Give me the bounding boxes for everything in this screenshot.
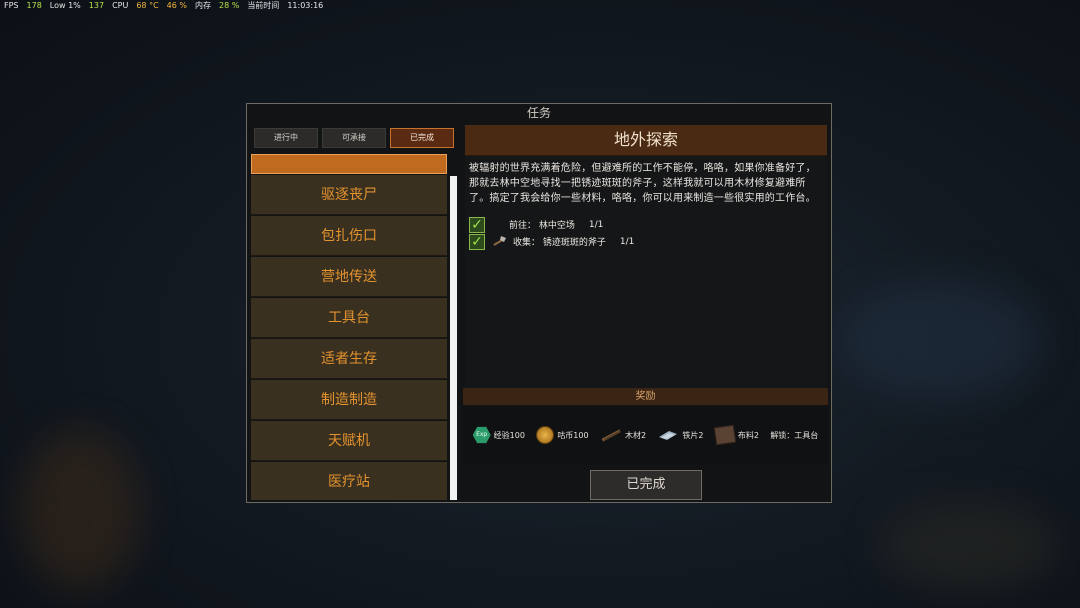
axe-icon — [491, 235, 507, 249]
quest-description: 被辐射的世界充满着危险，但避难所的工作不能停，咯咯，如果你准备好了，那就去林中空… — [469, 163, 816, 204]
cloth-icon — [713, 424, 737, 446]
quest-detail-panel: 地外探索 被辐射的世界充满着危险，但避难所的工作不能停，咯咯，如果你准备好了，那… — [465, 125, 827, 399]
objective-row: ✓ 前往： 林中空场 1/1 — [469, 216, 827, 233]
objective-count: 1/1 — [588, 219, 604, 230]
quest-list-item[interactable]: 医疗站 — [251, 462, 447, 500]
background-scene — [840, 280, 1040, 400]
iron-icon — [657, 428, 679, 442]
background-scene — [880, 500, 1060, 590]
reward-label: 铁片2 — [682, 430, 704, 440]
quest-list-scrollbar[interactable] — [450, 176, 457, 500]
low-label: Low 1% — [49, 1, 81, 10]
low-value: 137 — [88, 1, 105, 10]
tab-in-progress[interactable]: 进行中 — [254, 128, 318, 148]
reward-item: 木材2 — [600, 427, 646, 443]
reward-item: 铁片2 — [657, 428, 704, 442]
quest-list-item[interactable]: 适者生存 — [251, 339, 447, 379]
quest-title: 地外探索 — [465, 125, 827, 156]
quest-list-item[interactable]: 天赋机 — [251, 421, 447, 461]
reward-item: 布料2 — [713, 424, 759, 446]
window-title: 任务 — [526, 106, 551, 120]
reward-item: Exp 经验100 — [472, 426, 525, 444]
quest-tabs: 进行中 可承接 已完成 — [254, 128, 454, 148]
exp-icon: Exp — [472, 426, 491, 444]
quest-list-item[interactable]: 营地传送 — [251, 257, 447, 297]
reward-label: 木材2 — [624, 430, 647, 440]
checkmark-icon: ✓ — [469, 216, 485, 233]
checkmark-icon: ✓ — [469, 233, 485, 250]
coin-icon — [536, 426, 555, 444]
mem-label: 内存 — [194, 1, 211, 10]
quest-list-item[interactable]: 工具台 — [251, 298, 447, 338]
reward-header: 奖励 — [463, 388, 828, 405]
reward-label: 咕币100 — [557, 430, 589, 440]
wood-icon — [600, 427, 622, 443]
quest-list: 驱逐丧尸 包扎伤口 营地传送 工具台 适者生存 制造制造 天赋机 医疗站 — [251, 154, 449, 500]
quest-window: 任务 进行中 可承接 已完成 驱逐丧尸 包扎伤口 营地传送 工具台 适者生存 制… — [246, 103, 832, 503]
cpu-pct: 46 % — [166, 1, 187, 10]
scrollbar-gap — [450, 154, 457, 176]
reward-label: 布料2 — [737, 430, 759, 440]
objective-text: 前往： 林中空场 — [509, 221, 575, 231]
objective-count: 1/1 — [619, 236, 635, 247]
cpu-label: CPU — [112, 1, 129, 10]
background-scene — [20, 430, 140, 590]
quest-list-item[interactable]: 包扎伤口 — [251, 216, 447, 256]
objective-row: ✓ 收集： 锈迹斑斑的斧子 1/1 — [469, 233, 827, 250]
tab-completed[interactable]: 已完成 — [390, 128, 454, 148]
quest-list-item[interactable]: 制造制造 — [251, 380, 447, 420]
fps-value: 178 — [26, 1, 42, 10]
reward-list: Exp 经验100 咕币100 木材2 铁片2 布料2 解锁：工具台 — [463, 405, 828, 465]
time-label: 当前时间 — [247, 1, 280, 10]
reward-label: 解锁：工具台 — [770, 430, 819, 440]
reward-item: 咕币100 — [536, 426, 589, 444]
objective-text: 收集： 锈迹斑斑的斧子 — [513, 238, 606, 248]
quest-list-item[interactable]: 驱逐丧尸 — [251, 175, 447, 215]
performance-overlay: FPS 178 Low 1% 137 CPU 68 °C 46 % 内存 28 … — [4, 0, 323, 12]
mem-pct: 28 % — [218, 1, 240, 10]
time-value: 11:03:16 — [287, 1, 324, 10]
tab-available[interactable]: 可承接 — [322, 128, 386, 148]
cpu-temp: 68 °C — [136, 1, 159, 10]
complete-button[interactable]: 已完成 — [590, 470, 702, 500]
selected-quest-item[interactable] — [251, 154, 447, 174]
reward-item: 解锁：工具台 — [770, 430, 818, 441]
fps-label: FPS — [4, 1, 19, 10]
reward-label: 经验100 — [493, 430, 525, 440]
